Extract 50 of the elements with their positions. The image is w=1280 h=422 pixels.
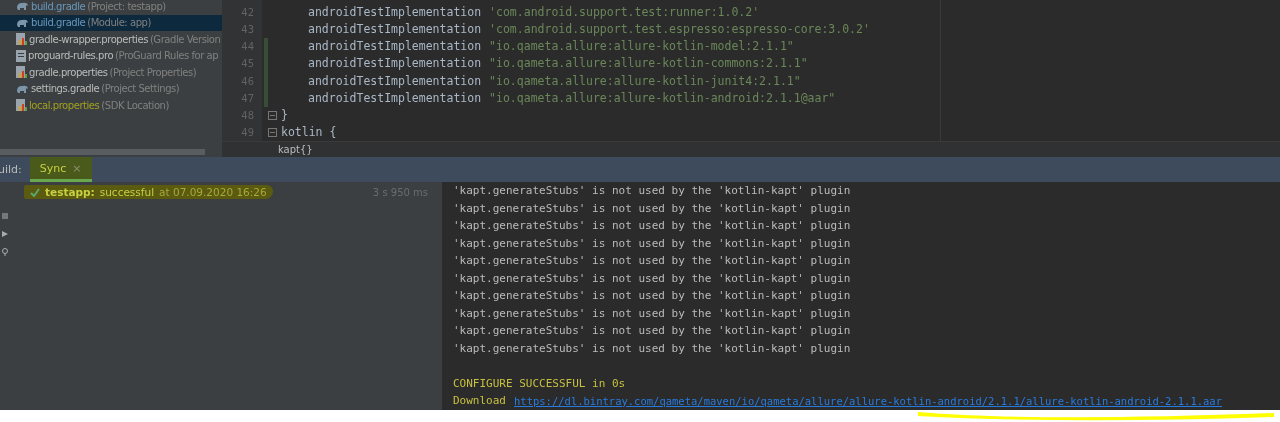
console-line: 'kapt.generateStubs' is not used by the 'kotlin-kapt' plugin [453, 219, 851, 233]
project-tree-item[interactable]: gradle-wrapper.properties (Gradle Version [0, 31, 222, 48]
project-tree-item[interactable]: proguard-rules.pro (ProGuard Rules for ap [0, 47, 222, 64]
breadcrumb[interactable]: kapt{} [278, 144, 313, 155]
sync-tab[interactable]: Sync × [29, 157, 92, 182]
console-line: 'kapt.generateStubs' is not used by the 'kotlin-kapt' plugin [453, 289, 851, 303]
code-text: androidTestImplementation [308, 39, 482, 54]
properties-file-icon [16, 32, 27, 46]
code-string: 'com.android.support.test.espresso:espresso-core:3.0.2' [489, 21, 870, 36]
console-line: 'kapt.generateStubs' is not used by the 'kotlin-kapt' plugin [453, 201, 851, 215]
project-tree-item[interactable]: gradle.properties (Project Properties) [0, 64, 222, 81]
properties-file-icon [16, 98, 27, 112]
elephant-icon [16, 83, 29, 94]
code-text: androidTestImplementation [308, 73, 482, 88]
play-icon[interactable] [1, 230, 9, 238]
code-text: } [281, 108, 288, 123]
code-string: "io.qameta.allure:allure-kotlin-commons:2.1.1" [489, 56, 808, 71]
code-text: androidTestImplementation [308, 90, 482, 105]
console-line: 'kapt.generateStubs' is not used by the 'kotlin-kapt' plugin [453, 271, 851, 285]
pin-icon[interactable] [1, 248, 9, 256]
download-label: Download [453, 394, 506, 408]
code-text: androidTestImplementation [308, 56, 482, 71]
console-line: 'kapt.generateStubs' is not used by the 'kotlin-kapt' plugin [453, 236, 851, 250]
code-string: 'com.android.support.test:runner:1.0.2' [489, 4, 760, 19]
properties-file-icon [16, 65, 27, 79]
square-icon[interactable] [1, 212, 9, 220]
project-tree-item[interactable]: settings.gradle (Project Settings) [0, 80, 222, 97]
console-line: 'kapt.generateStubs' is not used by the 'kotlin-kapt' plugin [453, 254, 851, 268]
console-line: 'kapt.generateStubs' is not used by the 'kotlin-kapt' plugin [453, 341, 851, 355]
fold-icon[interactable] [268, 127, 277, 137]
fold-icon[interactable] [268, 110, 277, 120]
console-line: 'kapt.generateStubs' is not used by the 'kotlin-kapt' plugin [453, 306, 851, 320]
configure-result: CONFIGURE SUCCESSFUL in 0s [453, 376, 626, 390]
project-tree-item[interactable]: local.properties (SDK Location) [0, 97, 222, 114]
elephant-icon [16, 1, 29, 12]
elephant-icon [16, 17, 29, 28]
project-tree-item[interactable]: build.gradle (Project: testapp) [0, 0, 222, 15]
sync-result-item[interactable]: testapp: successful at 07.09.2020 16:26 [24, 185, 273, 199]
console-line: 'kapt.generateStubs' is not used by the 'kotlin-kapt' plugin [453, 324, 851, 338]
check-icon [30, 187, 40, 197]
code-string: "io.qameta.allure:allure-kotlin-model:2.1.1" [489, 39, 794, 54]
code-text: kotlin { [281, 125, 337, 140]
download-link[interactable]: https://dl.bintray.com/qameta/maven/io/qameta/allure/allure-kotlin-android/2.1.1/allure-kotlin-android-2.1.1.aar [514, 394, 1222, 407]
code-text: androidTestImplementation [308, 21, 482, 36]
code-text: androidTestImplementation [308, 4, 482, 19]
console-line: 'kapt.generateStubs' is not used by the 'kotlin-kapt' plugin [453, 184, 851, 198]
text-file-icon [16, 49, 26, 62]
project-tree-item[interactable]: build.gradle (Module: app) [0, 14, 222, 31]
code-string: "io.qameta.allure:allure-kotlin-junit4:2.1.1" [489, 73, 801, 88]
code-string: "io.qameta.allure:allure-kotlin-android:2.1.1@aar" [489, 90, 836, 105]
